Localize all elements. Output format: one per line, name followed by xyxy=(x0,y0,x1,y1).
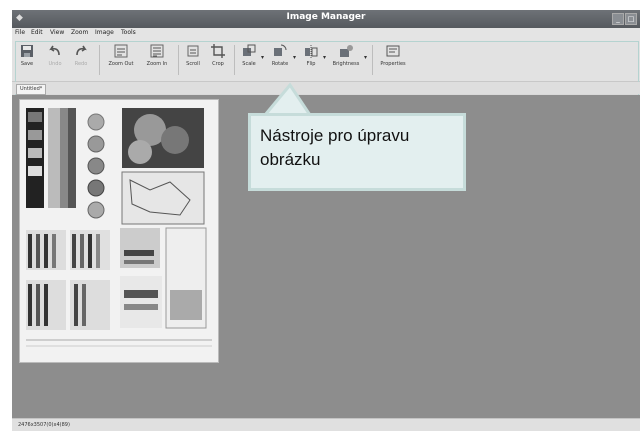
callout-box: Nástroje pro úpravu obrázku xyxy=(248,113,466,191)
callout-text: Nástroje pro úpravu obrázku xyxy=(260,126,410,169)
callout-pointer xyxy=(261,82,313,117)
